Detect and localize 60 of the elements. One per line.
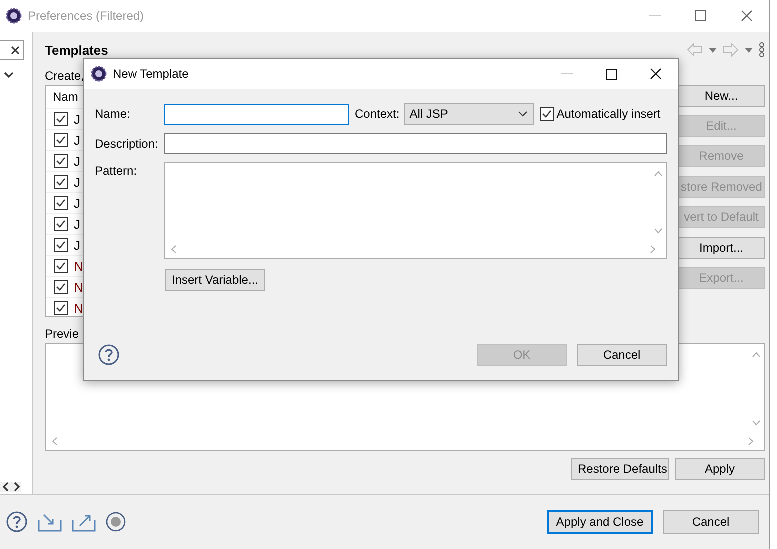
checkbox[interactable] (54, 133, 68, 147)
window-title: Preferences (Filtered) (28, 9, 144, 23)
field-label: Description: (95, 136, 160, 150)
checkbox[interactable] (54, 259, 68, 273)
record-icon[interactable] (106, 512, 126, 532)
forward-icon[interactable] (14, 482, 21, 492)
template-name: N (74, 300, 84, 316)
checkbox[interactable] (54, 301, 68, 315)
column-header[interactable]: Nam (53, 90, 78, 104)
dialog-button[interactable]: Cancel (577, 344, 667, 366)
template-name: J (74, 196, 80, 210)
help-icon[interactable] (98, 344, 120, 366)
insert-variable-button[interactable]: Insert Variable... (165, 269, 266, 291)
side-button[interactable]: New... (678, 85, 765, 107)
dialog-title: New Template (113, 67, 189, 81)
page-title: Templates (45, 42, 108, 58)
footer-button[interactable]: Apply and Close (547, 510, 653, 534)
maximize-icon[interactable] (606, 68, 617, 80)
field-label: Context: (355, 107, 400, 121)
field-label: Name: (95, 107, 132, 121)
footer-button[interactable]: Cancel (663, 510, 759, 534)
gear-icon (91, 66, 107, 82)
context-dropdown[interactable]: All JSP (404, 103, 534, 125)
template-name: J (74, 174, 80, 190)
template-name: J (74, 132, 80, 148)
checkbox[interactable] (54, 238, 68, 252)
back-icon[interactable] (2, 482, 9, 492)
description-field[interactable] (164, 133, 667, 154)
side-button[interactable]: Import... (678, 237, 765, 259)
template-name: J (74, 112, 80, 126)
checkbox[interactable] (54, 196, 68, 210)
help-icon[interactable] (6, 511, 28, 533)
name-field[interactable] (164, 104, 349, 124)
template-name: J (74, 154, 80, 168)
template-name: J (74, 216, 80, 232)
more-icon[interactable] (759, 42, 765, 58)
filter-field[interactable] (0, 40, 24, 60)
close-icon[interactable] (650, 68, 662, 80)
template-name: N (74, 280, 84, 294)
chevron-down-icon[interactable] (4, 70, 14, 80)
gear-icon (6, 8, 22, 24)
checkbox-label: Automatically insert (556, 107, 661, 121)
checkbox[interactable] (54, 217, 68, 231)
checkbox[interactable] (54, 280, 68, 294)
field-label: Pattern: (95, 163, 138, 178)
checkbox[interactable] (54, 175, 68, 189)
checkbox[interactable] (54, 112, 68, 126)
template-name: J (74, 238, 80, 252)
page-description: Create, (45, 69, 84, 85)
checkbox[interactable] (54, 154, 68, 168)
template-name: N (74, 258, 84, 274)
page-button[interactable]: Apply (675, 458, 765, 480)
dropdown-icon[interactable] (709, 48, 717, 52)
clear-icon[interactable] (11, 46, 20, 54)
checkbox[interactable] (540, 107, 554, 121)
dropdown-icon[interactable] (745, 48, 753, 52)
page-button[interactable]: Restore Defaults (571, 458, 669, 480)
caret-icon (518, 111, 528, 117)
import-icon[interactable] (38, 512, 62, 532)
preview-label: Previe (45, 327, 80, 343)
